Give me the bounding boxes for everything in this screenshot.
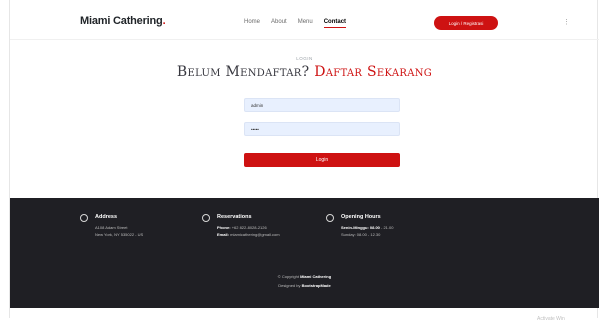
address-line2: New York, NY 535022 - US <box>95 232 144 237</box>
brand-dot: . <box>162 15 166 27</box>
login-register-button[interactable]: Login / Registrasi <box>434 16 498 30</box>
kebab-menu-icon[interactable]: ⋮ <box>563 19 570 26</box>
nav-about[interactable]: About <box>271 19 287 28</box>
copyright-brand: Miami Cathering <box>300 274 332 279</box>
email-value[interactable]: miamicathering@gmail.com <box>230 232 279 237</box>
address-line1: A108 Adam Street <box>95 225 128 230</box>
login-submit-button[interactable]: Login <box>244 153 400 167</box>
phone-value[interactable]: +62 822-8028-2126 <box>232 225 267 230</box>
activate-windows-watermark: Activate Win <box>537 316 565 322</box>
map-pin-icon <box>80 214 88 222</box>
designed-by: Designed by BootstrapMade <box>10 283 599 288</box>
hours-line1: Senin-Minggu: 08.00 - 21.00 <box>341 225 393 230</box>
hours-line2: Sunday: 08.00 - 12.30 <box>341 232 381 237</box>
email-label: Email: <box>217 232 230 237</box>
designed-by-link[interactable]: BootstrapMade <box>302 283 331 288</box>
site-footer: Address A108 Adam Street New York, NY 53… <box>10 198 599 308</box>
copyright: © Copyright Miami Cathering <box>10 274 599 279</box>
clock-icon <box>326 214 334 222</box>
section-label: LOGIN <box>296 56 313 61</box>
hours-title: Opening Hours <box>341 214 381 220</box>
main-nav: Home About Menu Contact <box>244 19 347 28</box>
username-field[interactable]: admin <box>244 98 400 112</box>
phone-label: Phone: <box>217 225 231 230</box>
nav-contact[interactable]: Contact <box>323 19 347 28</box>
hours-line1-label: Senin-Minggu: 08.00 <box>341 225 380 230</box>
brand-logo[interactable]: Miami Cathering. <box>80 15 166 27</box>
brand-name: Miami Cathering <box>80 15 163 27</box>
headline-accent: Daftar Sekarang <box>314 64 433 80</box>
email-line: Email: miamicathering@gmail.com <box>217 232 280 237</box>
site-header: Miami Cathering. Home About Menu Contact… <box>10 0 599 40</box>
hours-line1-value: - 21.00 <box>379 225 394 230</box>
headline-main: Belum Mendaftar? <box>176 64 315 80</box>
page-frame: Miami Cathering. Home About Menu Contact… <box>9 0 599 318</box>
copyright-prefix: © Copyright <box>277 274 301 279</box>
password-field[interactable]: ••••• <box>244 122 400 136</box>
nav-menu[interactable]: Menu <box>298 19 313 28</box>
phone-icon <box>202 214 210 222</box>
nav-home[interactable]: Home <box>244 19 260 28</box>
designed-prefix: Designed by <box>278 283 302 288</box>
address-title: Address <box>95 214 118 220</box>
page-headline: Belum Mendaftar? Daftar Sekarang <box>10 64 599 80</box>
reservations-title: Reservations <box>217 214 252 220</box>
phone-line: Phone: +62 822-8028-2126 <box>217 225 267 230</box>
